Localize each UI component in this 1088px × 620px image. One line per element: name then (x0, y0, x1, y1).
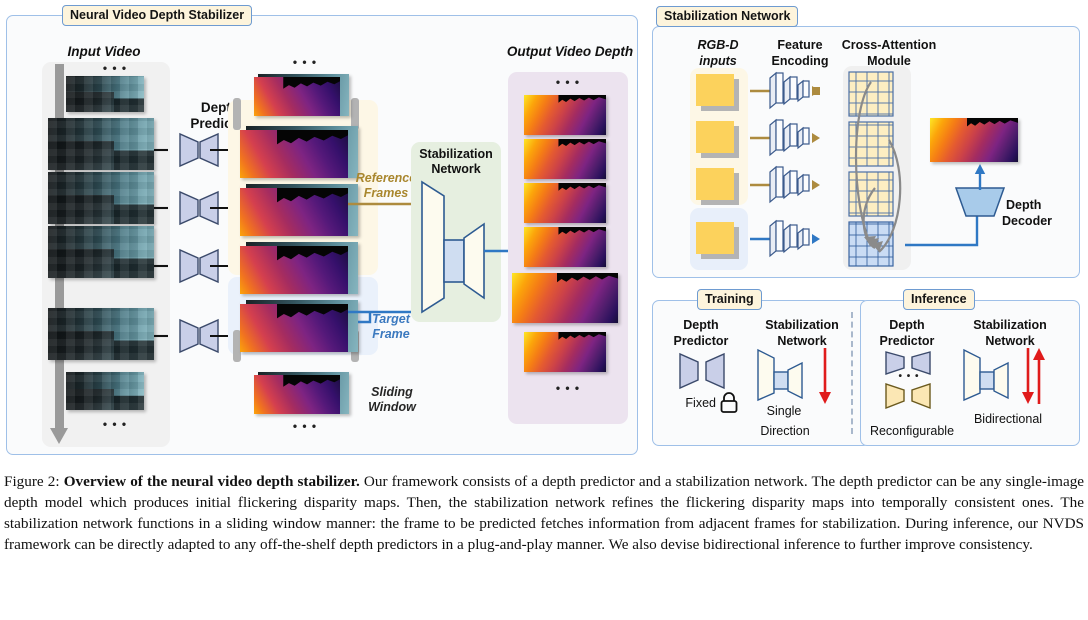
inference-reconfigurable-label: Reconfigurable (869, 424, 955, 438)
midcolumn-bottom-ellipsis: • • • (292, 419, 318, 433)
inference-stabilization-network-line1: Stabilization (973, 318, 1047, 332)
inference-predictor-ellipsis: • • • (898, 371, 920, 382)
input-frame-0 (66, 76, 144, 112)
depth-decoder-label-line1: Depth (1006, 198, 1042, 212)
training-depth-predictor-glyph (679, 352, 725, 390)
rgbd-inputs-label-line1: RGB-D (697, 38, 739, 52)
figure-number: Figure 2: (4, 473, 60, 490)
depth-decoder-label-line2: Decoder (1002, 214, 1053, 228)
inference-depth-predictor-glyph-bottom (885, 383, 931, 410)
figure-caption: Figure 2: Overview of the neural video d… (4, 471, 1084, 555)
input-video-label: Input Video (67, 44, 141, 59)
training-depth-predictor-line2: Predictor (673, 334, 729, 348)
training-direction-line1: Single (766, 404, 802, 418)
inference-depth-predictor-line1: Depth (889, 318, 925, 332)
mid-depth-frame-top (254, 74, 349, 116)
input-bottom-ellipsis: • • • (102, 417, 128, 431)
input-frame-5 (66, 372, 144, 410)
lock-icon (720, 392, 738, 413)
target-frame-elbow-arrow (358, 312, 372, 324)
output-depth-frame-3 (524, 227, 606, 267)
mid-depth-frame-bottom (254, 372, 349, 414)
overview-panel-tab: Neural Video Depth Stabilizer (62, 5, 253, 27)
figure-title: Overview of the neural video depth stabi… (63, 473, 360, 490)
rgbd-input-0 (696, 74, 734, 106)
mid-depth-frame-target (240, 300, 358, 352)
inference-direction-label: Bidirectional (973, 412, 1043, 426)
stabilization-network-label-line2: Network (431, 162, 481, 176)
output-video-depth-label: Output Video Depth (506, 44, 634, 59)
training-stabilization-network-glyph (757, 348, 803, 402)
input-frame-3 (48, 226, 154, 278)
rgbd-input-3 (696, 222, 734, 254)
training-stabilization-network-line1: Stabilization (765, 318, 839, 332)
output-depth-frame-0 (524, 95, 606, 135)
output-top-ellipsis: • • • (555, 75, 581, 89)
output-depth-frame-2 (524, 183, 606, 223)
output-depth-frame-1 (524, 139, 606, 179)
inference-bidirectional-arrows (1022, 348, 1045, 404)
cross-attention-grids (848, 71, 902, 267)
cross-attention-label-line1: Cross-Attention (841, 38, 937, 52)
midcolumn-top-ellipsis: • • • (292, 55, 318, 69)
rgbd-input-1 (696, 121, 734, 153)
input-frame-4 (48, 308, 154, 360)
training-fixed-label: Fixed (685, 396, 716, 410)
training-inference-divider (851, 312, 853, 434)
inference-panel-tab: Inference (903, 289, 975, 311)
sliding-window-label-line2: Window (368, 400, 416, 414)
inference-stabilization-network-line2: Network (985, 334, 1035, 348)
sliding-window-label-line1: Sliding (371, 385, 413, 399)
mid-depth-frame-ref-1 (240, 126, 358, 178)
stabilization-network-label-line1: Stabilization (419, 147, 493, 161)
training-direction-line2: Direction (760, 424, 810, 438)
mid-depth-frame-ref-3 (240, 242, 358, 294)
inference-stabilization-network-glyph (963, 348, 1009, 402)
inference-depth-predictor-line2: Predictor (879, 334, 935, 348)
input-frame-2 (48, 172, 154, 224)
training-depth-predictor-line1: Depth (683, 318, 719, 332)
output-depth-frame-target (512, 273, 618, 323)
training-stabilization-network-line2: Network (777, 334, 827, 348)
input-top-ellipsis: • • • (102, 61, 128, 75)
decoder-to-output-arrow (974, 164, 986, 190)
stabilization-network-panel-tab: Stabilization Network (656, 6, 799, 28)
output-depth-frame-5 (524, 332, 606, 372)
stabnet-output-depth-map (930, 118, 1018, 162)
feature-encoding-glyphs (750, 71, 820, 258)
training-single-direction-arrow (819, 348, 831, 404)
rgbd-input-2 (696, 168, 734, 200)
depth-decoder-glyph (954, 187, 1006, 217)
input-frame-1 (48, 118, 154, 170)
training-panel-tab: Training (697, 289, 762, 311)
mid-depth-frame-ref-2 (240, 184, 358, 236)
output-bottom-ellipsis: • • • (555, 381, 581, 395)
